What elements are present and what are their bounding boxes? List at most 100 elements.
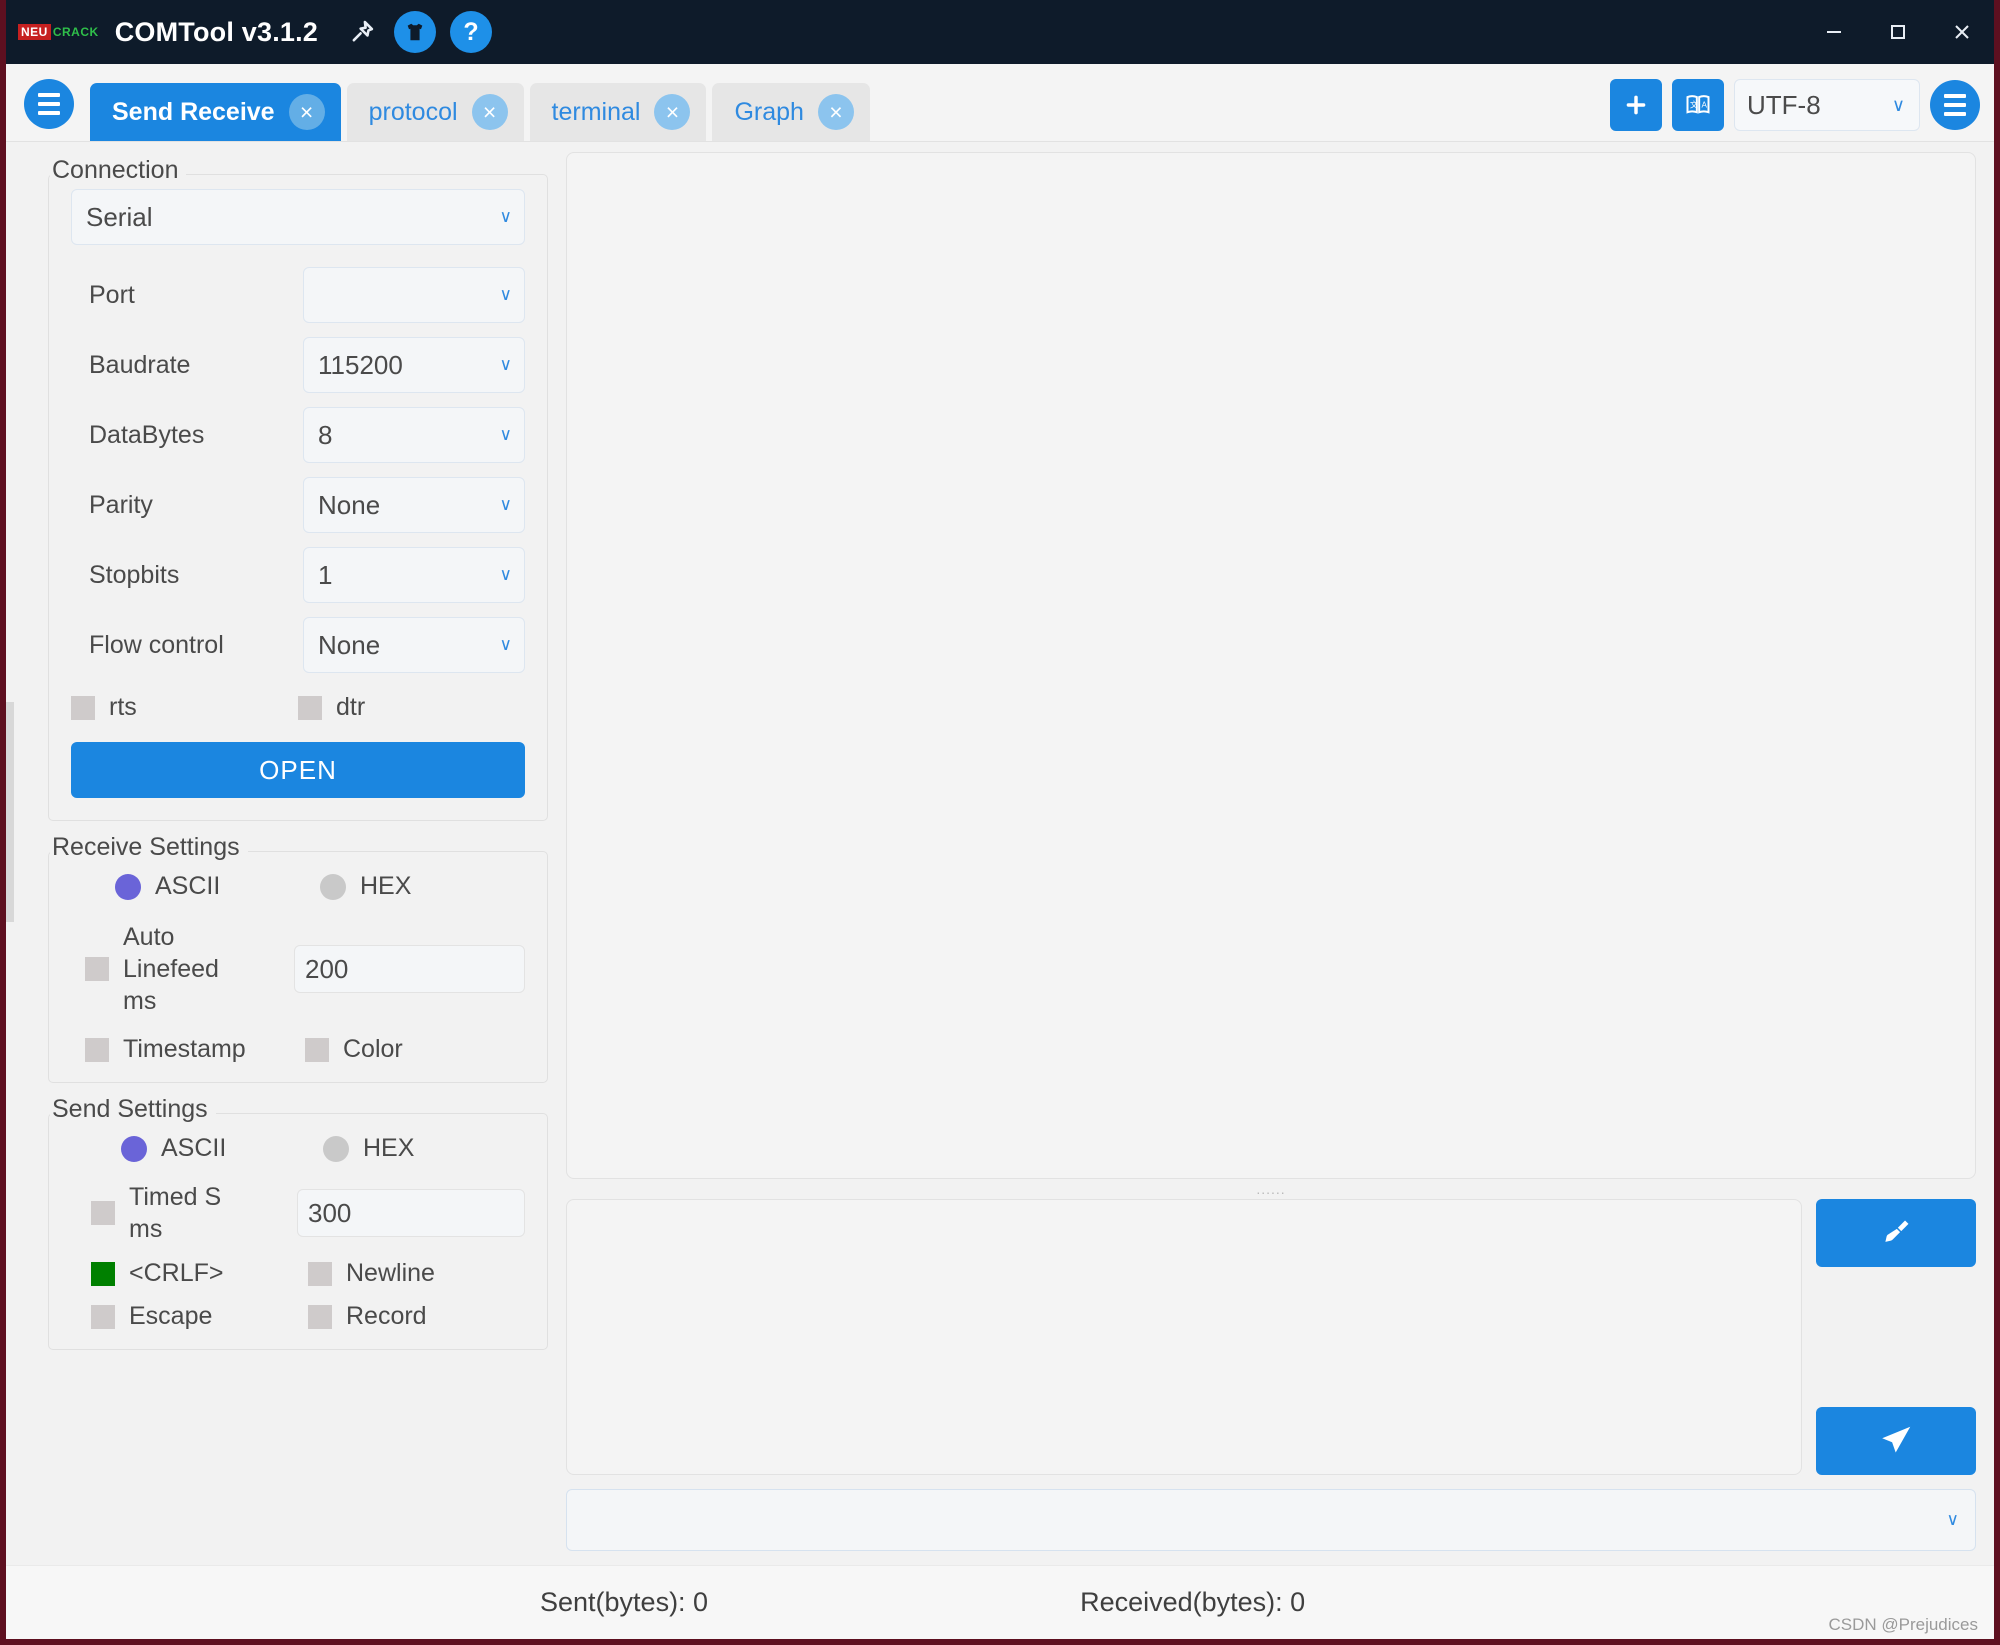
send-ascii-radio[interactable] <box>121 1135 147 1162</box>
status-bar: Sent(bytes): 0 Received(bytes): 0 CSDN @… <box>6 1565 1994 1639</box>
newline-checkbox[interactable] <box>308 1261 332 1286</box>
escape-label: Escape <box>129 1302 213 1330</box>
connection-group: Connection Serial ∨ Port ∨ Baudrate 1152… <box>48 156 548 821</box>
close-icon[interactable]: × <box>471 94 508 130</box>
dtr-checkbox-row[interactable]: dtr <box>298 693 525 722</box>
splitter-dots: ...... <box>1256 1181 1286 1197</box>
receive-ascii-radio[interactable] <box>115 873 141 900</box>
auto-linefeed-label: Auto Linefeed ms <box>123 921 235 1017</box>
bottom-spacer <box>566 1551 1976 1565</box>
close-icon[interactable]: × <box>817 94 854 130</box>
dtr-checkbox[interactable] <box>298 695 322 720</box>
tab-label: Send Receive <box>112 97 275 126</box>
hamburger-icon-left[interactable] <box>24 79 74 129</box>
receive-textarea[interactable] <box>566 152 1976 1179</box>
escape-checkbox[interactable] <box>91 1304 115 1329</box>
chevron-down-icon: ∨ <box>499 635 512 654</box>
newline-checkbox-row[interactable]: Newline <box>308 1259 525 1288</box>
rts-dtr-row: rts dtr <box>71 693 525 722</box>
databytes-row: DataBytes 8 ∨ <box>71 407 525 463</box>
skin-icon[interactable] <box>394 11 437 53</box>
send-row <box>566 1199 1976 1475</box>
close-icon[interactable]: × <box>654 94 691 130</box>
receive-settings-title: Receive Settings <box>50 833 248 862</box>
auto-linefeed-checkbox-row[interactable]: Auto Linefeed ms <box>71 921 294 1017</box>
rts-label: rts <box>109 693 137 721</box>
stopbits-label: Stopbits <box>89 560 180 589</box>
auto-linefeed-line1: Auto <box>123 923 175 951</box>
tab-label: Graph <box>734 97 804 126</box>
close-icon[interactable]: × <box>288 94 325 130</box>
timed-send-checkbox-row[interactable]: Timed S ms <box>71 1181 297 1245</box>
encoding-value: UTF-8 <box>1747 89 1821 120</box>
databytes-value: 8 <box>318 419 333 450</box>
send-format-row: ASCII HEX <box>71 1134 525 1163</box>
flowcontrol-select[interactable]: None ∨ <box>303 617 525 673</box>
vertical-splitter-top[interactable]: ...... <box>566 1179 1976 1199</box>
title-bar: NEU CRACK COMTool v3.1.2 ? <box>6 0 1994 64</box>
connection-type-select[interactable]: Serial ∨ <box>71 189 525 245</box>
timed-send-interval-input[interactable]: 300 <box>297 1189 525 1237</box>
receive-hex-radio-row[interactable]: HEX <box>320 872 525 901</box>
help-icon[interactable]: ? <box>450 11 493 53</box>
clear-button[interactable] <box>1816 1199 1976 1267</box>
crlf-checkbox-row[interactable]: <CRLF> <box>71 1259 308 1288</box>
auto-linefeed-checkbox[interactable] <box>85 957 109 981</box>
receive-hex-label: HEX <box>360 872 412 900</box>
tab-send-receive[interactable]: Send Receive × <box>90 83 341 141</box>
close-icon[interactable] <box>1930 0 1994 64</box>
parity-select[interactable]: None ∨ <box>303 477 525 533</box>
timestamp-checkbox-row[interactable]: Timestamp <box>71 1035 305 1064</box>
send-hex-radio[interactable] <box>323 1135 349 1162</box>
chevron-down-icon: ∨ <box>1891 94 1905 115</box>
baudrate-select[interactable]: 115200 ∨ <box>303 337 525 393</box>
open-button[interactable]: OPEN <box>71 742 525 798</box>
timed-send-line2: ms <box>129 1215 163 1243</box>
send-history-select[interactable]: ∨ <box>566 1489 1976 1551</box>
tab-graph[interactable]: Graph × <box>712 83 870 141</box>
maximize-icon[interactable] <box>1866 0 1930 64</box>
tab-list: Send Receive × protocol × terminal × Gra… <box>90 64 876 141</box>
record-checkbox[interactable] <box>308 1304 332 1329</box>
send-hex-radio-row[interactable]: HEX <box>323 1134 525 1163</box>
record-checkbox-row[interactable]: Record <box>308 1302 525 1331</box>
escape-checkbox-row[interactable]: Escape <box>71 1302 308 1331</box>
rts-checkbox-row[interactable]: rts <box>71 693 298 722</box>
rts-checkbox[interactable] <box>71 695 95 720</box>
databytes-select[interactable]: 8 ∨ <box>303 407 525 463</box>
hamburger-icon-right[interactable] <box>1930 80 1980 130</box>
auto-linefeed-line2: Linefeed <box>123 955 219 983</box>
receive-hex-radio[interactable] <box>320 873 346 900</box>
receive-format-row: ASCII HEX <box>71 872 525 901</box>
sidebar-scrollbar[interactable] <box>6 702 14 922</box>
timed-send-checkbox[interactable] <box>91 1201 115 1225</box>
chevron-down-icon: ∨ <box>499 425 512 444</box>
chevron-down-icon: ∨ <box>499 207 512 226</box>
stopbits-select[interactable]: 1 ∨ <box>303 547 525 603</box>
auto-linefeed-line3: ms <box>123 987 157 1015</box>
send-ascii-label: ASCII <box>161 1134 227 1162</box>
tab-protocol[interactable]: protocol × <box>346 83 524 141</box>
chevron-down-icon: ∨ <box>499 495 512 514</box>
color-checkbox[interactable] <box>305 1037 329 1062</box>
receive-ascii-label: ASCII <box>155 872 221 900</box>
pin-icon[interactable] <box>344 14 380 50</box>
receive-ascii-radio-row[interactable]: ASCII <box>71 872 320 901</box>
timestamp-color-row: Timestamp Color <box>71 1035 525 1064</box>
auto-linefeed-interval-input[interactable]: 200 <box>294 945 525 993</box>
color-checkbox-row[interactable]: Color <box>305 1035 525 1064</box>
translate-icon[interactable]: 文 A <box>1672 79 1724 131</box>
minimize-icon[interactable] <box>1802 0 1866 64</box>
parity-label: Parity <box>89 490 153 519</box>
encoding-select[interactable]: UTF-8 ∨ <box>1734 79 1920 131</box>
crlf-checkbox[interactable] <box>91 1261 115 1286</box>
auto-linefeed-row: Auto Linefeed ms 200 <box>71 921 525 1017</box>
port-select[interactable]: ∨ <box>303 267 525 323</box>
send-button[interactable] <box>1816 1407 1976 1475</box>
add-tab-button[interactable] <box>1610 79 1662 131</box>
received-bytes-status: Received(bytes): 0 <box>1080 1587 1306 1617</box>
timestamp-checkbox[interactable] <box>85 1037 109 1062</box>
tab-terminal[interactable]: terminal × <box>529 83 707 141</box>
send-textarea[interactable] <box>566 1199 1802 1475</box>
send-ascii-radio-row[interactable]: ASCII <box>71 1134 323 1163</box>
